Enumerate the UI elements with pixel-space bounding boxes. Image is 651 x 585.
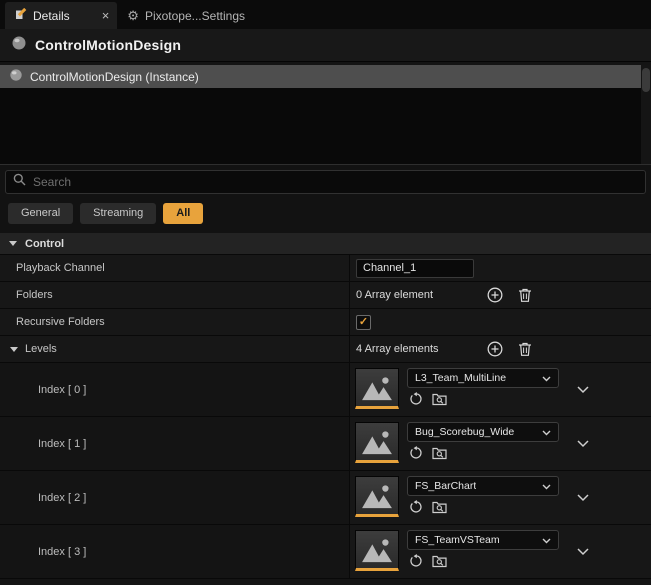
instance-label: ControlMotionDesign (Instance) bbox=[30, 70, 199, 84]
spacer bbox=[0, 579, 651, 585]
use-selected-asset-icon[interactable] bbox=[409, 446, 423, 465]
use-selected-asset-icon[interactable] bbox=[409, 392, 423, 411]
chevron-down-icon bbox=[542, 531, 551, 549]
add-array-element-icon[interactable] bbox=[486, 340, 504, 358]
asset-dropdown-value: FS_TeamVSTeam bbox=[415, 534, 500, 546]
scrollbar-thumb[interactable] bbox=[642, 68, 650, 92]
asset-dropdown[interactable]: L3_Team_MultiLine bbox=[407, 368, 559, 388]
level-index-label: Index [ 0 ] bbox=[38, 384, 86, 396]
tab-details-label: Details bbox=[33, 9, 70, 23]
level-index-label: Index [ 3 ] bbox=[38, 546, 86, 558]
asset-dropdown-value: FS_BarChart bbox=[415, 480, 476, 492]
use-selected-asset-icon[interactable] bbox=[409, 554, 423, 573]
actor-icon bbox=[9, 68, 23, 85]
add-array-element-icon[interactable] bbox=[486, 286, 504, 304]
asset-thumbnail[interactable] bbox=[355, 476, 399, 517]
close-icon[interactable]: × bbox=[102, 9, 110, 22]
panel-header: ControlMotionDesign bbox=[0, 29, 651, 62]
collapse-arrow-icon[interactable] bbox=[9, 241, 17, 246]
recursive-folders-label: Recursive Folders bbox=[16, 316, 105, 328]
level-row-3: Index [ 3 ] FS_TeamVSTeam bbox=[0, 525, 651, 579]
instance-list: ControlMotionDesign (Instance) bbox=[0, 65, 651, 165]
search-input[interactable] bbox=[33, 175, 638, 189]
level-row-2: Index [ 2 ] FS_BarChart bbox=[0, 471, 651, 525]
search-area bbox=[0, 165, 651, 199]
scrollbar[interactable] bbox=[641, 65, 651, 164]
asset-dropdown[interactable]: FS_BarChart bbox=[407, 476, 559, 496]
playback-channel-input[interactable] bbox=[356, 259, 474, 278]
browse-to-asset-icon[interactable] bbox=[432, 392, 447, 411]
asset-dropdown-value: L3_Team_MultiLine bbox=[415, 372, 506, 384]
filter-all-button[interactable]: All bbox=[163, 203, 203, 224]
level-index-label: Index [ 1 ] bbox=[38, 438, 86, 450]
instance-row[interactable]: ControlMotionDesign (Instance) bbox=[0, 65, 641, 88]
filter-general-button[interactable]: General bbox=[8, 203, 73, 224]
levels-label: Levels bbox=[25, 343, 57, 355]
collapse-arrow-icon[interactable] bbox=[10, 347, 18, 352]
levels-array-count: 4 Array elements bbox=[356, 343, 474, 355]
level-index-label: Index [ 2 ] bbox=[38, 492, 86, 504]
tab-pixotope-settings[interactable]: ⚙ Pixotope...Settings bbox=[117, 2, 255, 29]
page-title: ControlMotionDesign bbox=[35, 37, 181, 53]
actor-icon bbox=[11, 35, 27, 56]
property-row-playback-channel: Playback Channel bbox=[0, 255, 651, 282]
search-icon bbox=[13, 173, 26, 191]
check-icon: ✓ bbox=[359, 317, 368, 328]
property-row-levels: Levels 4 Array elements bbox=[0, 336, 651, 363]
chevron-down-icon bbox=[542, 477, 551, 495]
filter-streaming-button[interactable]: Streaming bbox=[80, 203, 156, 224]
property-row-recursive-folders: Recursive Folders ✓ bbox=[0, 309, 651, 336]
folders-label: Folders bbox=[16, 289, 53, 301]
browse-to-asset-icon[interactable] bbox=[432, 554, 447, 573]
expand-row-chevron-icon[interactable] bbox=[577, 494, 589, 502]
browse-to-asset-icon[interactable] bbox=[432, 500, 447, 519]
expand-row-chevron-icon[interactable] bbox=[577, 440, 589, 448]
use-selected-asset-icon[interactable] bbox=[409, 500, 423, 519]
chevron-down-icon bbox=[542, 369, 551, 387]
asset-thumbnail[interactable] bbox=[355, 530, 399, 571]
section-title: Control bbox=[25, 238, 64, 250]
gear-icon: ⚙ bbox=[127, 8, 139, 24]
asset-thumbnail[interactable] bbox=[355, 368, 399, 409]
expand-row-chevron-icon[interactable] bbox=[577, 548, 589, 556]
search-box bbox=[5, 170, 646, 194]
expand-row-chevron-icon[interactable] bbox=[577, 386, 589, 394]
folders-array-count: 0 Array element bbox=[356, 289, 474, 301]
details-tab-icon bbox=[15, 8, 27, 23]
asset-dropdown[interactable]: Bug_Scorebug_Wide bbox=[407, 422, 559, 442]
chevron-down-icon bbox=[542, 423, 551, 441]
filter-row: General Streaming All bbox=[0, 199, 651, 227]
tab-bar: Details × ⚙ Pixotope...Settings bbox=[0, 0, 651, 29]
asset-dropdown-value: Bug_Scorebug_Wide bbox=[415, 426, 514, 438]
tab-details[interactable]: Details × bbox=[5, 2, 117, 29]
details-panel: Details × ⚙ Pixotope...Settings ControlM… bbox=[0, 0, 651, 581]
level-row-1: Index [ 1 ] Bug_Scorebug_Wide bbox=[0, 417, 651, 471]
level-row-0: Index [ 0 ] L3_Team_MultiLine bbox=[0, 363, 651, 417]
asset-thumbnail[interactable] bbox=[355, 422, 399, 463]
browse-to-asset-icon[interactable] bbox=[432, 446, 447, 465]
trash-icon[interactable] bbox=[516, 286, 534, 304]
asset-dropdown[interactable]: FS_TeamVSTeam bbox=[407, 530, 559, 550]
section-control[interactable]: Control bbox=[0, 233, 651, 255]
playback-channel-label: Playback Channel bbox=[16, 262, 105, 274]
property-row-folders: Folders 0 Array element bbox=[0, 282, 651, 309]
tab-settings-label: Pixotope...Settings bbox=[145, 9, 245, 23]
recursive-folders-checkbox[interactable]: ✓ bbox=[356, 315, 371, 330]
trash-icon[interactable] bbox=[516, 340, 534, 358]
